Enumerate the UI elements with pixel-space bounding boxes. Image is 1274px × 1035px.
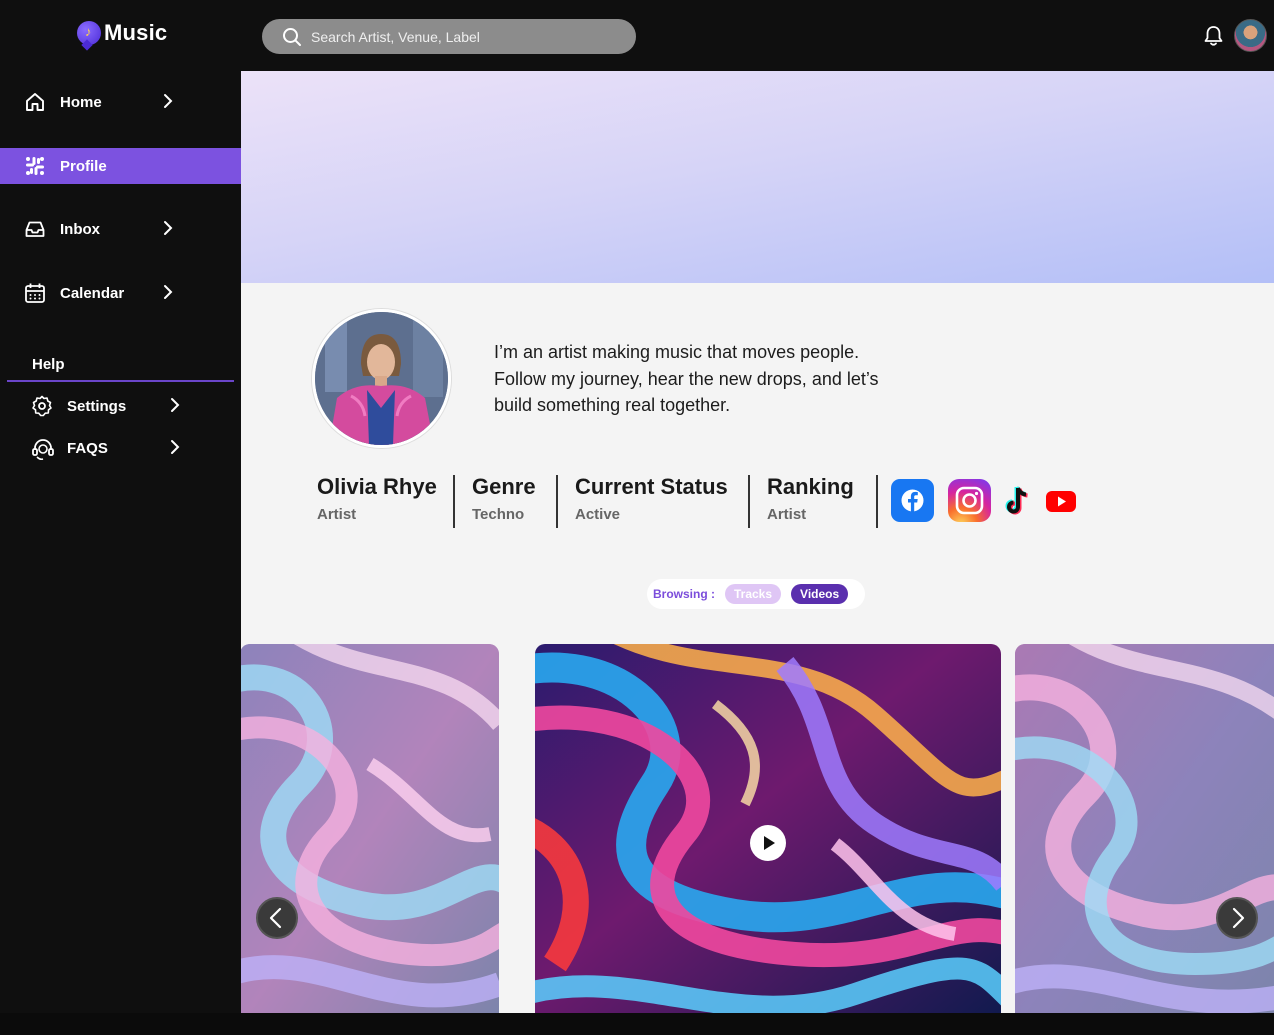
stat-ranking: Ranking Artist [767,474,854,523]
app-name: Music [104,20,168,45]
stat-current-status: Current Status Active [575,474,728,523]
stat-value: Ranking [767,474,854,499]
chevron-right-icon [164,94,173,108]
sidebar-item-label: Settings [67,397,127,415]
stat-value: Genre [472,474,536,499]
calendar-icon [25,283,45,303]
bottom-bar [0,1013,1274,1035]
divider [7,380,234,382]
video-card[interactable] [1015,644,1274,1013]
sidebar-item-profile[interactable]: Profile [0,148,241,184]
card-fade-overlay [1015,644,1274,1013]
carousel-prev-button[interactable] [256,897,298,939]
sidebar-item-label: FAQS [67,439,108,457]
slack-grid-icon [26,157,44,175]
help-section-title: Help [32,356,65,373]
divider [556,475,558,528]
search-bar[interactable] [262,19,636,54]
play-button[interactable] [750,825,786,861]
profile-photo [312,309,451,448]
stat-value: Current Status [575,474,728,499]
video-card[interactable] [241,644,499,1013]
search-input[interactable] [311,28,591,45]
tiktok-icon[interactable] [1004,479,1034,522]
search-icon [283,28,301,46]
divider [453,475,455,528]
browsing-label: Browsing : [653,587,715,601]
chevron-right-icon [164,221,173,235]
chevron-right-icon [1232,907,1245,929]
tab-videos[interactable]: Videos [791,584,849,604]
app-logo[interactable]: ♪ Music [77,20,167,46]
top-bar: ♪ Music [0,0,1274,71]
gear-icon [32,395,52,417]
inbox-icon [25,221,45,237]
sidebar-item-inbox[interactable]: Inbox [0,211,241,247]
divider [748,475,750,528]
headset-icon [32,439,54,461]
chevron-right-icon [164,285,173,299]
sidebar-item-settings[interactable]: Settings [0,388,241,424]
sidebar-item-label: Profile [60,157,107,175]
play-icon [764,836,775,850]
bell-icon[interactable] [1203,25,1224,47]
sidebar-item-home[interactable]: Home [0,84,241,120]
home-icon [26,93,44,111]
browsing-toggle: Browsing : Tracks Videos [647,579,865,609]
main-content: I’m an artist making music that moves pe… [241,71,1274,1013]
sidebar-item-faqs[interactable]: FAQS [0,430,241,466]
chevron-left-icon [269,907,282,929]
facebook-icon[interactable] [891,479,934,522]
sidebar-item-label: Inbox [60,220,100,238]
sidebar-item-calendar[interactable]: Calendar [0,275,241,311]
divider [876,475,878,528]
instagram-icon[interactable] [948,479,991,522]
chevron-right-icon [171,398,180,412]
stat-label: Artist [317,506,357,523]
stat-genre: Genre Techno [472,474,536,523]
stat-label: Techno [472,506,525,523]
user-avatar[interactable] [1234,19,1267,52]
stat-artist-name: Olivia Rhye Artist [317,474,437,523]
stat-label: Artist [767,506,807,523]
sidebar-item-label: Home [60,93,102,111]
stat-label: Active [575,506,621,523]
music-note-icon: ♪ [77,21,101,45]
tab-tracks[interactable]: Tracks [725,584,782,604]
chevron-right-icon [171,440,180,454]
sidebar: Home Profile Inbox Calendar Help Setting… [0,71,241,1013]
stat-value: Olivia Rhye [317,474,437,499]
carousel-next-button[interactable] [1216,897,1258,939]
artist-bio: I’m an artist making music that moves pe… [494,342,879,415]
card-fade-overlay [241,644,499,1013]
youtube-icon[interactable] [1046,479,1076,522]
profile-banner [241,71,1274,283]
sidebar-item-label: Calendar [60,284,125,302]
